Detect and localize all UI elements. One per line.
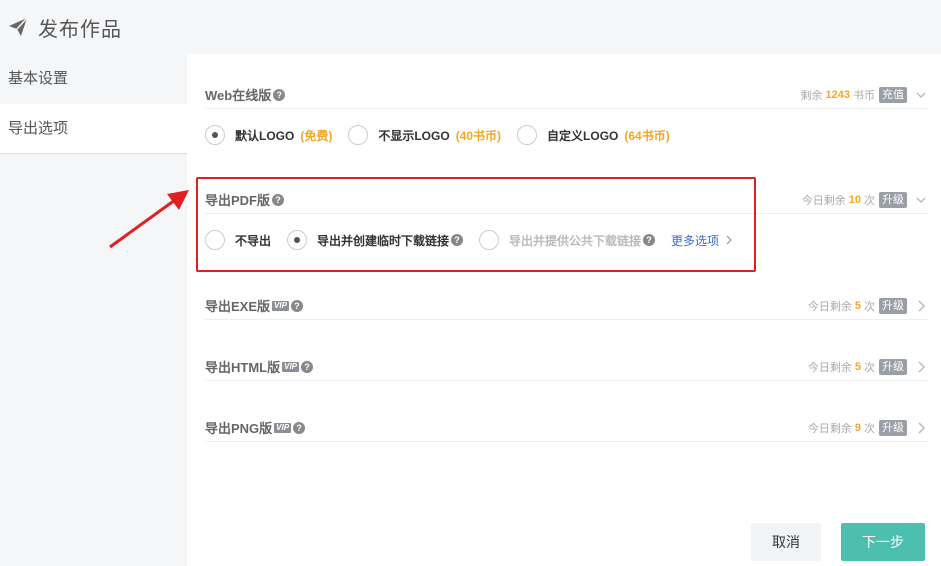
remain-unit: 次 (864, 194, 875, 207)
remain-label: 今日剩余 (807, 361, 852, 374)
help-icon[interactable]: ? (273, 88, 286, 101)
png-section-header[interactable]: 导出PNG版 VIP ? 今日剩余 9 次 升级 (205, 414, 927, 442)
png-section-title: 导出PNG版 (205, 421, 273, 436)
recharge-button[interactable]: 充值 (879, 86, 907, 103)
option-label: 自定义LOGO (547, 128, 619, 143)
chevron-right-icon[interactable] (915, 360, 927, 373)
html-section-title: 导出HTML版 (205, 360, 281, 375)
cancel-button[interactable]: 取消 (751, 523, 821, 561)
remain-count: 5 (854, 360, 861, 373)
remain-unit: 次 (864, 422, 875, 435)
vip-badge: VIP (274, 422, 292, 433)
html-section[interactable]: 导出HTML版 VIP ? 今日剩余 5 次 升级 (205, 353, 927, 381)
remain-count: 10 (848, 193, 861, 206)
web-section-header[interactable]: Web在线版 ? 剩余 1243 书币 充值 (205, 81, 927, 109)
chevron-right-icon[interactable] (915, 299, 927, 312)
sidebar: 基本设置 导出选项 (0, 54, 187, 566)
remain-unit: 次 (864, 300, 875, 313)
main-panel: Web在线版 ? 剩余 1243 书币 充值 默认LOGO (免费) 不显示LO… (187, 54, 941, 566)
help-icon[interactable]: ? (290, 299, 303, 312)
remain-label: 今日剩余 (807, 422, 852, 435)
remain-count: 9 (854, 421, 861, 434)
option-custom-logo[interactable]: 自定义LOGO (64书币) (517, 125, 670, 145)
chevron-down-icon[interactable] (915, 89, 927, 101)
exe-section-title: 导出EXE版 (205, 299, 271, 314)
remain-count: 5 (854, 299, 861, 312)
remain-unit: 次 (864, 361, 875, 374)
chevron-right-icon[interactable] (915, 421, 927, 434)
option-price: (64书币) (624, 128, 670, 143)
exe-section[interactable]: 导出EXE版 VIP ? 今日剩余 5 次 升级 (205, 292, 927, 320)
remain-label: 今日剩余 (801, 194, 846, 207)
upgrade-button[interactable]: 升级 (879, 297, 907, 314)
option-price: (免费) (300, 128, 333, 143)
page-header: 发布作品 (0, 0, 941, 54)
sidebar-item-basic-settings[interactable]: 基本设置 (0, 54, 187, 104)
chevron-down-icon[interactable] (915, 194, 927, 206)
help-icon[interactable]: ? (301, 360, 314, 373)
web-section: Web在线版 ? 剩余 1243 书币 充值 默认LOGO (免费) 不显示LO… (205, 81, 927, 161)
option-label: 不显示LOGO (378, 128, 450, 143)
vip-badge: VIP (282, 361, 300, 372)
web-options: 默认LOGO (免费) 不显示LOGO (40书币) 自定义LOGO (64书币… (205, 109, 927, 161)
upgrade-button[interactable]: 升级 (879, 191, 907, 208)
remain-label: 今日剩余 (807, 300, 852, 313)
help-icon[interactable]: ? (293, 421, 306, 434)
radio-button[interactable] (517, 125, 538, 145)
page-title: 发布作品 (38, 18, 122, 41)
sidebar-item-export-options[interactable]: 导出选项 (0, 104, 187, 154)
remain-count: 1243 (825, 88, 850, 101)
upgrade-button[interactable]: 升级 (879, 419, 907, 436)
html-section-header[interactable]: 导出HTML版 VIP ? 今日剩余 5 次 升级 (205, 353, 927, 381)
sidebar-item-label: 基本设置 (8, 70, 69, 87)
paper-plane-icon (9, 17, 28, 36)
option-default-logo[interactable]: 默认LOGO (免费) (205, 125, 332, 145)
remain-unit: 书币 (853, 89, 875, 102)
sidebar-item-label: 导出选项 (8, 120, 69, 137)
option-no-logo[interactable]: 不显示LOGO (40书币) (348, 125, 501, 145)
option-label: 默认LOGO (235, 128, 295, 143)
remain-label: 剩余 (800, 89, 823, 102)
next-step-button[interactable]: 下一步 (841, 523, 925, 561)
vip-badge: VIP (272, 300, 289, 311)
exe-section-header[interactable]: 导出EXE版 VIP ? 今日剩余 5 次 升级 (205, 292, 927, 320)
radio-button[interactable] (205, 125, 225, 145)
annotation-arrow-icon (109, 190, 189, 249)
option-price: (40书币) (455, 128, 502, 143)
png-section[interactable]: 导出PNG版 VIP ? 今日剩余 9 次 升级 (205, 414, 927, 442)
web-section-title: Web在线版 (205, 88, 272, 103)
radio-button[interactable] (348, 125, 369, 145)
upgrade-button[interactable]: 升级 (879, 358, 907, 375)
annotation-highlight-box (196, 177, 756, 272)
